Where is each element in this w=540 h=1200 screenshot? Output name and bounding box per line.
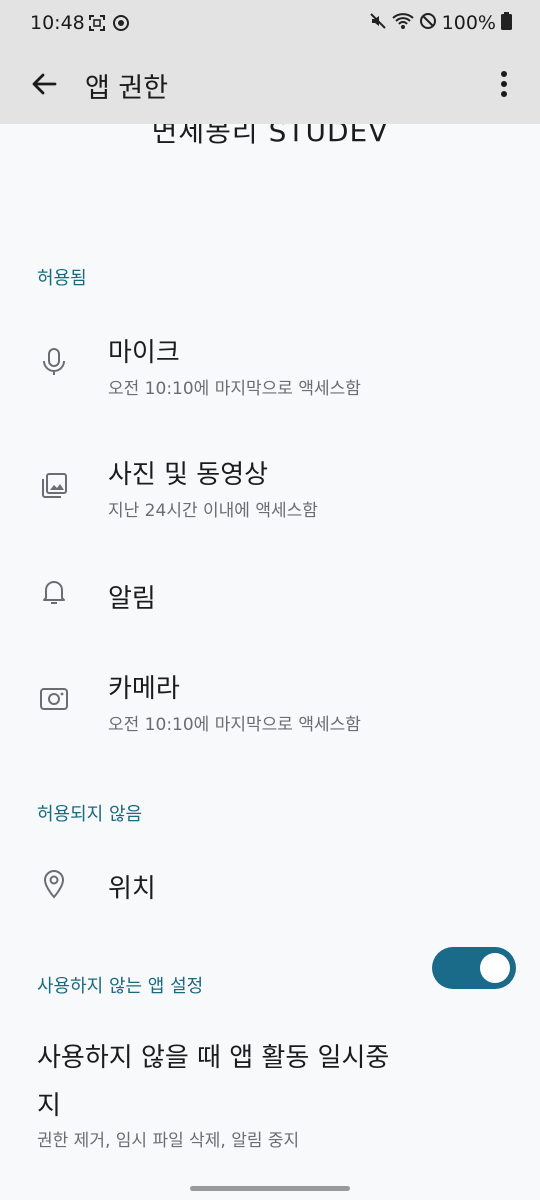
- permission-title: 마이크: [108, 338, 180, 368]
- setting-subtitle: 권한 제거, 임시 파일 삭제, 알림 중지: [37, 1131, 300, 1151]
- screenshot-icon: [88, 14, 106, 36]
- permission-title: 알림: [108, 584, 156, 614]
- permission-subtitle: 오전 10:10에 마지막으로 액세스함: [108, 715, 361, 735]
- more-vert-icon: [500, 70, 508, 102]
- location-pin-icon: [38, 868, 70, 900]
- pause-app-activity-setting[interactable]: 사용하지 않을 때 앱 활동 일시중지 권한 제거, 임시 파일 삭제, 알림 …: [0, 1024, 540, 1174]
- permission-subtitle: 오전 10:10에 마지막으로 액세스함: [108, 379, 361, 399]
- app-bar: 앱 권한: [0, 48, 540, 124]
- status-bar: 10:48 100%: [0, 0, 540, 48]
- page-title: 앱 권한: [85, 73, 169, 104]
- section-header-unused-apps: 사용하지 않는 앱 설정: [37, 976, 204, 997]
- section-header-allowed: 허용됨: [37, 268, 87, 289]
- permission-item-camera[interactable]: 카메라 오전 10:10에 마지막으로 액세스함: [0, 654, 540, 764]
- microphone-icon: [38, 346, 70, 378]
- status-time: 10:48: [30, 12, 85, 34]
- permission-item-photos-videos[interactable]: 사진 및 동영상 지난 24시간 이내에 액세스함: [0, 438, 540, 548]
- setting-title: 사용하지 않을 때 앱 활동 일시중지: [37, 1043, 390, 1121]
- battery-percent: 100%: [441, 12, 496, 34]
- permission-title: 사진 및 동영상: [108, 460, 269, 490]
- more-options-button[interactable]: [484, 66, 524, 106]
- permission-title: 위치: [108, 874, 156, 904]
- mute-icon: [369, 12, 387, 34]
- wifi-icon: [392, 12, 414, 34]
- gesture-navigation-bar[interactable]: [190, 1186, 350, 1191]
- status-right-icons: 100%: [369, 12, 512, 34]
- permission-item-location[interactable]: 위치: [0, 846, 540, 926]
- bell-icon: [38, 576, 70, 608]
- permission-title: 카메라: [108, 674, 180, 704]
- status-left-icons: [88, 14, 130, 36]
- photo-gallery-icon: [38, 470, 70, 502]
- permission-item-notifications[interactable]: 알림: [0, 560, 540, 630]
- do-not-disturb-icon: [419, 12, 437, 34]
- focus-mode-icon: [112, 14, 130, 36]
- arrow-back-icon: [30, 70, 58, 102]
- app-name: 면세몽리 STUDEV: [151, 124, 389, 148]
- back-button[interactable]: [24, 66, 64, 106]
- permissions-list[interactable]: 면세몽리 STUDEV 허용됨 마이크 오전 10:10에 마지막으로 액세스함…: [0, 124, 540, 1200]
- permission-subtitle: 지난 24시간 이내에 액세스함: [108, 501, 318, 521]
- battery-icon: [501, 12, 512, 34]
- camera-icon: [38, 682, 70, 714]
- pause-activity-toggle[interactable]: [432, 947, 516, 989]
- toggle-knob: [480, 953, 510, 983]
- section-header-not-allowed: 허용되지 않음: [37, 804, 143, 825]
- permission-item-microphone[interactable]: 마이크 오전 10:10에 마지막으로 액세스함: [0, 316, 540, 426]
